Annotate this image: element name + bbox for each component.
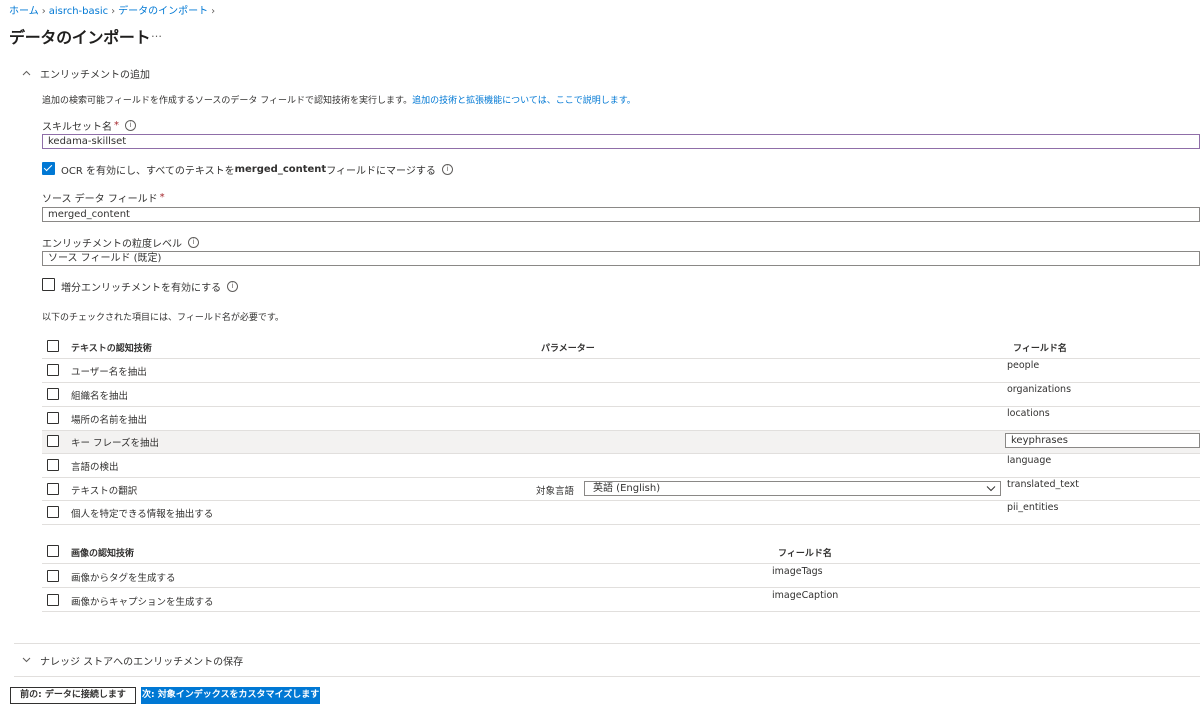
required-fields-note: 以下のチェックされた項目には、フィールド名が必要です。 [42,313,284,323]
table-row: ユーザー名を抽出 people [42,359,1200,382]
skill-field-name: people [1007,360,1040,371]
table-row: 画像からタグを生成する imageTags [42,564,1200,587]
skill-checkbox[interactable] [47,412,59,424]
breadcrumb-separator: › [111,6,116,17]
skillset-name-input[interactable]: kedama-skillset [42,134,1200,149]
skillset-name-label: スキルセット名 * i [42,118,136,133]
divider [42,611,1200,612]
next-button[interactable]: 次: 対象インデックスをカスタマイズします [141,687,320,704]
ocr-checkbox[interactable] [42,162,55,175]
skill-field-name: imageCaption [772,590,839,601]
divider [42,524,1200,525]
required-mark: * [114,120,119,131]
skill-label: キー フレーズを抽出 [71,438,160,449]
image-skills-header: 画像の認知技術 [71,549,135,559]
skill-checkbox[interactable] [47,506,59,518]
target-language-label: 対象言語 [536,486,575,497]
breadcrumb: ホーム › aisrch-basic › データのインポート › [9,2,218,17]
knowledge-store-section-title: ナレッジ ストアへのエンリッチメントの保存 [40,657,244,668]
incremental-enrichment-label-text: 増分エンリッチメントを有効にする [61,283,222,294]
chevron-up-icon [22,69,32,79]
previous-button[interactable]: 前の: データに接続します [10,687,136,704]
incremental-enrichment-checkbox[interactable] [42,278,55,291]
target-language-dropdown[interactable]: 英語 (English) [584,481,1001,496]
skill-checkbox[interactable] [47,459,59,471]
text-skills-select-all-checkbox[interactable] [47,340,59,352]
skill-label: 組織名を抽出 [71,391,129,402]
breadcrumb-home[interactable]: ホーム [9,6,39,17]
granularity-field[interactable]: ソース フィールド (既定) [42,251,1200,266]
table-row: テキストの翻訳 対象言語 英語 (English) translated_tex… [42,478,1200,500]
breadcrumb-service[interactable]: aisrch-basic [49,6,108,17]
ocr-label-suffix: フィールドにマージする [326,166,436,177]
chevron-down-icon [22,656,32,666]
granularity-label: エンリッチメントの粒度レベル i [42,235,199,250]
skill-label: 個人を特定できる情報を抽出する [71,509,214,520]
skill-checkbox[interactable] [47,570,59,582]
text-skills-header: テキストの認知技術 [71,344,152,354]
source-field-label: ソース データ フィールド * [42,190,165,205]
info-icon[interactable]: i [188,237,199,248]
source-field-input[interactable]: merged_content [42,207,1200,222]
skill-field-name: imageTags [772,566,823,577]
skillset-name-label-text: スキルセット名 [42,122,112,133]
skill-label: 画像からキャプションを生成する [71,597,214,608]
skill-checkbox[interactable] [47,364,59,376]
skill-field-name-input[interactable]: keyphrases [1005,433,1200,448]
table-row: 画像からキャプションを生成する imageCaption [42,588,1200,611]
skill-checkbox[interactable] [47,594,59,606]
skill-field-name: language [1007,455,1052,466]
table-row: 場所の名前を抽出 locations [42,407,1200,430]
granularity-label-text: エンリッチメントの粒度レベル [42,239,182,250]
source-field-label-text: ソース データ フィールド [42,194,158,205]
skill-field-name: locations [1007,408,1050,419]
more-icon[interactable]: … [151,27,162,40]
info-icon[interactable]: i [227,281,239,292]
ocr-label-field: merged_content [234,164,327,175]
enrichment-description: 追加の検索可能フィールドを作成するソースのデータ フィールドで認知技術を実行しま… [42,93,636,106]
breadcrumb-separator: › [41,6,46,17]
skill-checkbox[interactable] [47,388,59,400]
target-language-value: 英語 (English) [593,483,661,494]
image-field-name-header: フィールド名 [778,549,832,559]
skill-label: 画像からタグを生成する [71,573,176,584]
table-row: 個人を特定できる情報を抽出する pii_entities [42,501,1200,524]
skill-field-name: translated_text [1007,479,1079,490]
chevron-down-icon [986,482,996,500]
enrichment-section-title: エンリッチメントの追加 [40,70,150,81]
knowledge-store-section-toggle[interactable]: ナレッジ ストアへのエンリッチメントの保存 [22,653,243,668]
table-row: 組織名を抽出 organizations [42,383,1200,406]
skill-label: 言語の検出 [71,462,119,473]
skill-checkbox[interactable] [47,483,59,495]
field-name-header: フィールド名 [1013,344,1067,354]
skill-field-name: pii_entities [1007,502,1059,513]
skill-label: テキストの翻訳 [71,486,138,497]
skill-label: 場所の名前を抽出 [71,415,148,426]
checkbox-box [42,278,55,291]
required-mark: * [159,192,165,203]
table-row: キー フレーズを抽出 keyphrases [42,431,1200,453]
table-row: 言語の検出 language [42,454,1200,477]
page-title: データのインポート [9,28,151,47]
checkmark-icon [42,162,55,175]
parameters-header: パラメーター [541,344,595,354]
skill-field-name: organizations [1007,384,1072,395]
incremental-enrichment-label: 増分エンリッチメントを有効にする i [61,279,239,294]
info-icon[interactable]: i [441,164,453,175]
breadcrumb-current[interactable]: データのインポート [118,6,208,17]
breadcrumb-separator: › [211,6,216,17]
section-divider [14,676,1200,677]
description-link[interactable]: 追加の技術と拡張機能については、ここで説明します。 [412,96,636,106]
ocr-label-prefix: OCR を有効にし、すべてのテキストを [61,166,235,177]
image-skills-select-all-checkbox[interactable] [47,545,59,557]
info-icon[interactable]: i [125,120,136,131]
skill-label: ユーザー名を抽出 [71,367,147,378]
enrichment-section-toggle[interactable]: エンリッチメントの追加 [22,66,150,81]
section-divider [14,643,1200,644]
description-text: 追加の検索可能フィールドを作成するソースのデータ フィールドで認知技術を実行しま… [42,96,413,106]
ocr-checkbox-label: OCR を有効にし、すべてのテキストを merged_content フィールド… [61,162,453,177]
skill-checkbox[interactable] [47,435,59,447]
